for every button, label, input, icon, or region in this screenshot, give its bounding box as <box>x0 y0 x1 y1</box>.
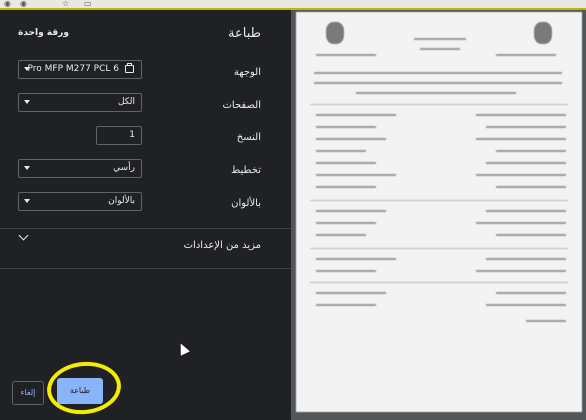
highlight-circle <box>44 358 124 418</box>
divider <box>0 268 291 269</box>
more-settings-toggle[interactable]: مزيد من الإعدادات <box>184 240 261 251</box>
destination-select[interactable]: Pro MFP M277 PCL 6 <box>18 60 142 79</box>
destination-label: الوجهة <box>233 67 261 78</box>
chevron-down-icon <box>24 100 30 104</box>
pages-select[interactable]: الكل <box>18 93 142 112</box>
chevron-down-icon[interactable] <box>18 230 29 241</box>
copies-value: 1 <box>129 130 135 140</box>
copies-label: النسخ <box>236 132 261 143</box>
document-preview <box>296 12 582 412</box>
printer-icon <box>125 63 134 73</box>
chevron-down-icon <box>24 199 30 203</box>
logo-icon <box>326 22 344 44</box>
layout-select[interactable]: رأسي <box>18 159 142 178</box>
bookmark-icon[interactable]: ▭ <box>84 0 92 8</box>
color-value: بالألوان <box>108 196 135 206</box>
chevron-down-icon <box>24 166 30 170</box>
tab-icon[interactable]: ◉ <box>20 0 27 8</box>
cancel-button[interactable]: إلغاء <box>12 381 44 405</box>
color-label: بالألوان <box>231 198 261 209</box>
color-select[interactable]: بالألوان <box>18 192 142 211</box>
divider <box>0 228 291 229</box>
star-icon[interactable]: ☆ <box>62 0 69 8</box>
layout-value: رأسي <box>113 163 135 173</box>
destination-value: Pro MFP M277 PCL 6 <box>27 64 120 74</box>
logo-icon <box>534 22 552 44</box>
tab-icon[interactable]: ◉ <box>4 0 11 8</box>
layout-label: تخطيط <box>231 165 261 176</box>
sheet-count: ورقة واحدة <box>18 28 69 38</box>
print-title: طباعة <box>228 26 261 41</box>
copies-input[interactable]: 1 <box>96 126 142 145</box>
mouse-cursor-icon <box>176 341 190 356</box>
pages-label: الصفحات <box>222 100 261 111</box>
print-settings-panel: طباعة ورقة واحدة الوجهة Pro MFP M277 PCL… <box>0 10 291 420</box>
browser-toolbar: ◉ ◉ ☆ ▭ <box>0 0 586 10</box>
pages-value: الكل <box>117 97 135 107</box>
